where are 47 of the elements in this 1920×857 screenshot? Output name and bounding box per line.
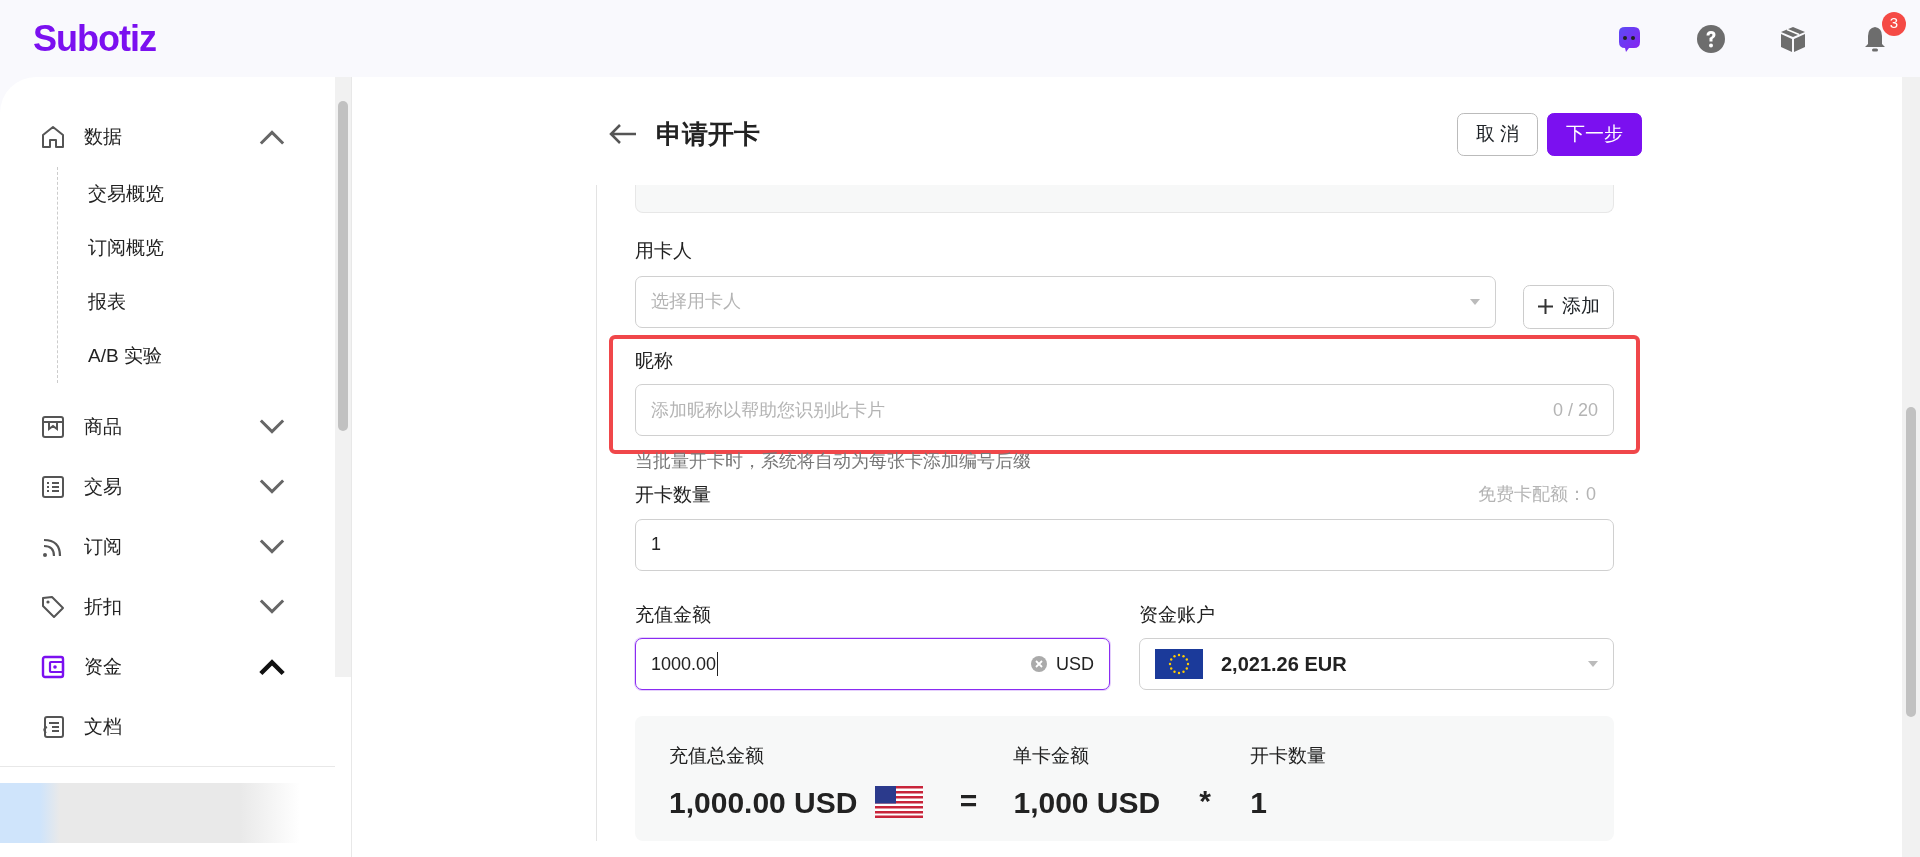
operator-sign: * [1199,782,1212,819]
quota-text: 免费卡配额：0 [1478,483,1596,506]
sidebar-subitem[interactable]: 交易概览 [88,179,164,209]
add-button[interactable]: 添加 [1523,284,1614,329]
logo[interactable]: Subotiz [33,11,156,66]
summary-label: 充值总金额 [669,744,765,768]
page-title: 申请开卡 [656,117,760,151]
sidebar-item[interactable]: 商品 [0,397,335,457]
sidebar-item[interactable]: 数据 [0,107,335,167]
help-icon[interactable] [1696,23,1726,54]
operator-sign: = [959,782,978,819]
summary-label: 开卡数量 [1250,744,1327,768]
summary-value: 1,000.00 USD [669,784,858,821]
field-label: 开卡数量 [635,483,711,507]
hint-text: 当批量开卡时，系统将自动为每张卡添加编号后缀 [635,450,1032,473]
sidebar-item[interactable]: 折扣 [0,577,335,637]
sidebar-subitem[interactable]: A/B 实验 [88,341,162,371]
scrollbar[interactable] [335,77,351,677]
summary-value: 1,000 USD [1013,784,1161,821]
notification-badge: 3 [1882,11,1906,36]
sidebar-item[interactable]: 文档 [0,697,335,757]
field-label: 资金账户 [1139,602,1216,627]
currency-label: USD [1056,652,1094,676]
caret-icon [1470,298,1480,305]
field-label: 用卡人 [635,239,693,263]
field-label: 充值金额 [635,602,712,627]
scrollbar[interactable] [1902,77,1920,857]
sidebar-item[interactable]: 订阅 [0,517,335,577]
summary-label: 单卡金额 [1013,744,1091,768]
sidebar-item[interactable]: 交易 [0,457,335,517]
plus-icon [1537,299,1553,314]
quantity-field[interactable]: 1 [635,518,1614,571]
amount-field[interactable]: 1000.00 USD [635,638,1110,690]
us-flag-icon [875,786,924,818]
caret-icon [1588,661,1598,667]
nav-icon [40,714,66,740]
back-arrow-icon[interactable] [608,122,638,146]
account-select[interactable]: 2,021.26 EUR [1139,638,1614,690]
field-label: 昵称 [635,348,674,373]
sidebar-subitem[interactable]: 订阅概览 [88,233,164,263]
sidebar-subitem[interactable]: 报表 [88,287,126,317]
next-button[interactable]: 下一步 [1547,112,1642,156]
cancel-button[interactable]: 取 消 [1456,112,1538,156]
eu-flag-icon [1155,649,1203,679]
sidebar-item[interactable]: 资金 [0,637,335,697]
character-counter: 0 / 20 [1552,398,1598,422]
summary-value: 1 [1250,784,1267,821]
